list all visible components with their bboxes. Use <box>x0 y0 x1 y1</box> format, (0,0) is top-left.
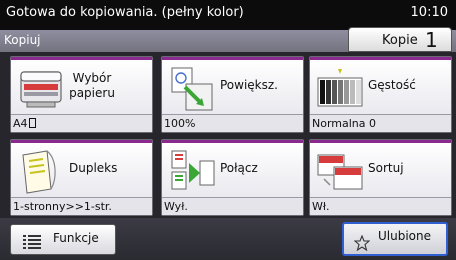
bottom-bar: Funkcje Ulubione <box>0 218 456 260</box>
zoom-tile[interactable]: Powiększ. 100% <box>161 56 304 133</box>
clock: 10:10 <box>410 5 448 20</box>
functions-label: Funkcje <box>53 231 99 245</box>
tile-label: Powiększ. <box>220 78 278 92</box>
tile-face: Powiększ. <box>162 60 303 114</box>
list-icon <box>23 235 41 249</box>
favorites-button[interactable]: Ulubione <box>342 222 448 256</box>
copies-count: 1 <box>425 28 438 52</box>
tile-label: Dupleks <box>69 161 118 175</box>
functions-button[interactable]: Funkcje <box>10 224 116 255</box>
function-grid: Wybór papieru A4 Powiększ. 100% Gęstość … <box>0 52 456 218</box>
paper-selection-tile[interactable]: Wybór papieru A4 <box>10 56 153 133</box>
density-tile[interactable]: Gęstość Normalna 0 <box>309 56 452 133</box>
combine-icon <box>171 150 215 190</box>
page-title: Kopiuj <box>4 33 41 47</box>
copies-button[interactable]: Kopie 1 <box>348 27 452 52</box>
tile-label: Sortuj <box>368 161 404 175</box>
tile-label-line2: papieru <box>69 86 115 100</box>
star-icon <box>354 235 370 251</box>
duplex-tile[interactable]: Dupleks 1-stronny>>1-str. <box>10 139 153 216</box>
tile-face: Wybór papieru <box>11 60 152 114</box>
combine-tile[interactable]: Połącz Wył. <box>161 139 304 216</box>
tile-label: Połącz <box>220 161 258 175</box>
favorites-label: Ulubione <box>378 229 432 243</box>
status-bar: Gotowa do kopiowania. (pełny kolor) 10:1… <box>0 0 456 30</box>
tile-label-line1: Wybór <box>72 71 112 85</box>
collate-icon <box>317 154 363 190</box>
tile-value: Wył. <box>162 197 303 215</box>
tile-value: 1-stronny>>1-str. <box>11 197 152 215</box>
tile-value: 100% <box>162 114 303 132</box>
paper-tray-icon <box>20 71 62 108</box>
paper-size-value: A4 <box>13 117 28 130</box>
status-message: Gotowa do kopiowania. (pełny kolor) <box>6 5 244 20</box>
duplex-icon <box>22 150 56 194</box>
tile-value: Wł. <box>310 197 451 215</box>
tile-label: Wybór papieru <box>65 71 119 101</box>
tile-face: Sortuj <box>310 143 451 197</box>
tile-label: Gęstość <box>368 78 416 92</box>
tile-face: Dupleks <box>11 143 152 197</box>
density-icon <box>317 69 363 107</box>
tile-value: A4 <box>11 114 152 132</box>
collate-tile[interactable]: Sortuj Wł. <box>309 139 452 216</box>
paper-orientation-icon <box>28 118 36 128</box>
tile-face: Połącz <box>162 143 303 197</box>
tile-face: Gęstość <box>310 60 451 114</box>
copies-label: Kopie <box>382 33 418 48</box>
zoom-icon <box>171 67 213 111</box>
tile-value: Normalna 0 <box>310 114 451 132</box>
